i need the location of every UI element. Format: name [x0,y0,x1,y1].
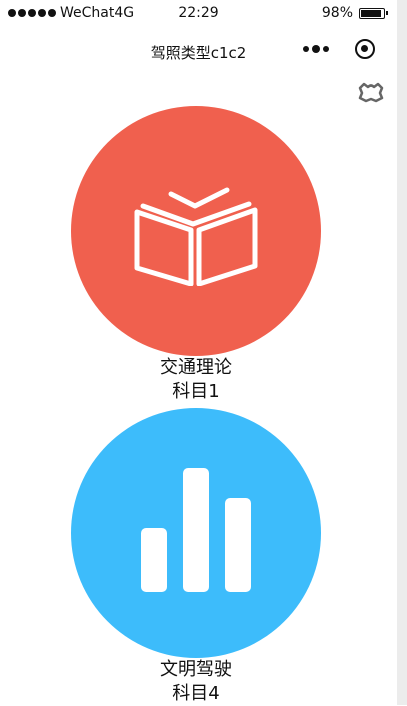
more-icon[interactable] [303,45,329,53]
bar-chart-icon [141,468,251,592]
subject-card-4[interactable]: 文明驾驶 科目4 [71,408,321,706]
mini-program-capsule [303,39,375,59]
subject-card-1[interactable]: 交通理论 科目1 [71,106,321,404]
subject-icon-circle[interactable] [71,408,321,658]
battery-percent: 98% [321,5,353,21]
status-bar: WeChat4G 22:29 98% [0,0,397,26]
subject-title: 交通理论 [160,357,232,378]
battery-info: 98% [321,0,388,26]
subject-title: 文明驾驶 [160,659,232,680]
subject-subtitle: 科目1 [172,381,220,402]
battery-icon [359,7,388,19]
open-book-icon [134,187,258,286]
settings-icon[interactable] [356,78,386,104]
scrollbar[interactable] [397,0,407,705]
subject-icon-circle[interactable] [71,106,321,356]
navigation-bar: 驾照类型c1c2 [0,26,397,78]
close-target-icon[interactable] [355,39,375,59]
subject-subtitle: 科目4 [172,683,220,704]
